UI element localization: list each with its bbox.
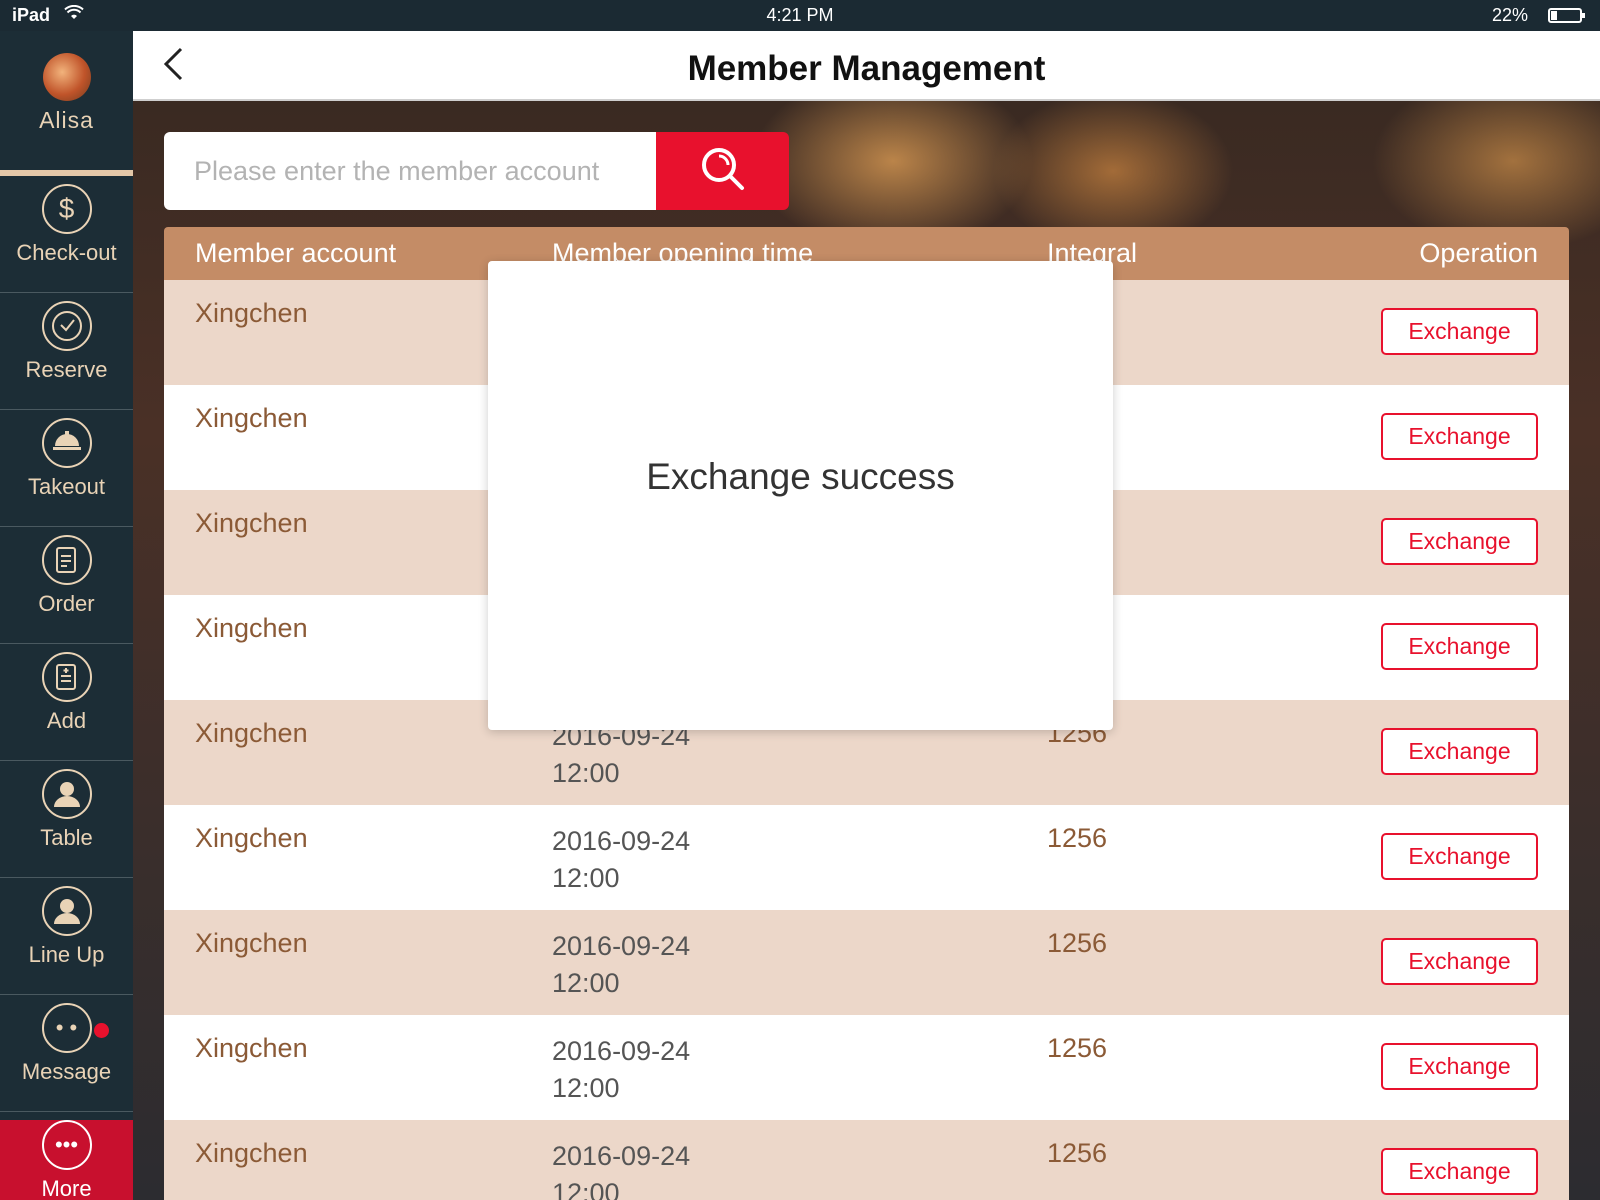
opening-date: 2016-09-24 [552,826,691,856]
add-document-icon [41,652,92,702]
more-icon: ••• [41,1120,92,1170]
opening-clock-time: 12:00 [552,968,620,998]
exchange-success-dialog[interactable]: Exchange success [488,261,1113,730]
integral-cell: 1256 [1047,823,1108,853]
opening-time-cell: 2016-09-24 12:00 [552,823,792,897]
member-account-cell: Xingchen [195,508,308,538]
clock-icon [41,301,92,351]
sidebar-item-label: Message [21,1059,112,1084]
search-icon [698,144,748,199]
member-account-cell: Xingchen [195,613,308,643]
member-account-cell: Xingchen [195,1138,308,1168]
person-icon [41,886,92,936]
dollar-icon: $ [41,184,92,234]
table-row: Xingchen 2016-09-24 12:00 1256 Exchange [164,805,1569,910]
battery-percent: 22% [1491,5,1528,25]
sidebar-item-order[interactable]: Order [0,535,133,644]
order-icon [41,535,92,585]
sidebar-item-takeout[interactable]: Takeout [0,418,133,527]
sidebar-item-table[interactable]: Table [0,769,133,878]
sidebar-item-label: Reserve [25,357,108,382]
avatar [42,53,91,101]
search-button[interactable] [656,132,789,210]
sidebar-item-message[interactable]: • • Message [0,1003,133,1112]
sidebar-item-add[interactable]: Add [0,652,133,761]
sidebar: Alisa $ Check-out Reserve Takeout Order … [0,31,133,1200]
integral-cell: 1256 [1047,1138,1108,1168]
exchange-button[interactable]: Exchange [1381,1043,1538,1090]
sidebar-item-label: Takeout [27,474,106,499]
opening-date: 2016-09-24 [552,931,691,961]
opening-date: 2016-09-24 [552,1141,691,1171]
member-account-cell: Xingchen [195,823,308,853]
member-account-cell: Xingchen [195,928,308,958]
integral-cell: 1256 [1047,928,1108,958]
clock: 4:21 PM [766,5,834,25]
sidebar-item-label: Order [38,591,95,616]
sidebar-item-reserve[interactable]: Reserve [0,301,133,410]
opening-time-cell: 2016-09-24 12:00 [552,928,792,1002]
exchange-button[interactable]: Exchange [1381,518,1538,565]
sidebar-item-label: Line Up [28,942,105,967]
opening-time-cell: 2016-09-24 12:00 [552,1138,792,1200]
sidebar-item-label: Table [40,825,93,850]
opening-clock-time: 12:00 [552,863,620,893]
exchange-button[interactable]: Exchange [1381,833,1538,880]
dialog-message: Exchange success [646,456,955,497]
person-table-icon [41,769,92,819]
member-account-cell: Xingchen [195,1033,308,1063]
integral-cell: 1256 [1047,1033,1108,1063]
exchange-button[interactable]: Exchange [1381,308,1538,355]
table-row: Xingchen 2016-09-24 12:00 1256 Exchange [164,1015,1569,1120]
chat-bubble-icon: • • [41,1003,92,1053]
member-account-cell: Xingchen [195,718,308,748]
opening-clock-time: 12:00 [552,758,620,788]
opening-time-cell: 2016-09-24 12:00 [552,1033,792,1107]
table-row: Xingchen 2016-09-24 12:00 1256 Exchange [164,1120,1569,1200]
opening-clock-time: 12:00 [552,1073,620,1103]
exchange-button[interactable]: Exchange [1381,938,1538,985]
exchange-button[interactable]: Exchange [1381,728,1538,775]
column-header-account: Member account [195,238,397,268]
battery-icon [1548,8,1585,23]
page-title: Member Management [687,49,1046,88]
exchange-button[interactable]: Exchange [1381,1148,1538,1195]
exchange-button[interactable]: Exchange [1381,413,1538,460]
opening-date: 2016-09-24 [552,1036,691,1066]
sidebar-item-line-up[interactable]: Line Up [0,886,133,995]
exchange-button[interactable]: Exchange [1381,623,1538,670]
notification-dot [94,1023,109,1038]
member-account-cell: Xingchen [195,298,308,328]
status-bar: iPad 4:21 PM 22% [0,0,1600,31]
user-profile[interactable]: Alisa [0,53,133,176]
cloche-icon [41,418,92,468]
sidebar-item-label: More [41,1176,92,1200]
table-row: Xingchen 2016-09-24 12:00 1256 Exchange [164,910,1569,1015]
sidebar-item-label: Check-out [16,240,117,265]
user-name: Alisa [39,107,94,133]
sidebar-item-more[interactable]: ••• More [0,1120,133,1200]
member-search-input[interactable] [164,132,656,210]
column-header-operation: Operation [1419,238,1538,268]
opening-clock-time: 12:00 [552,1178,620,1200]
sidebar-item-label: Add [46,708,87,733]
member-account-cell: Xingchen [195,403,308,433]
top-header: Member Management [133,31,1600,101]
sidebar-item-check-out[interactable]: $ Check-out [0,184,133,293]
